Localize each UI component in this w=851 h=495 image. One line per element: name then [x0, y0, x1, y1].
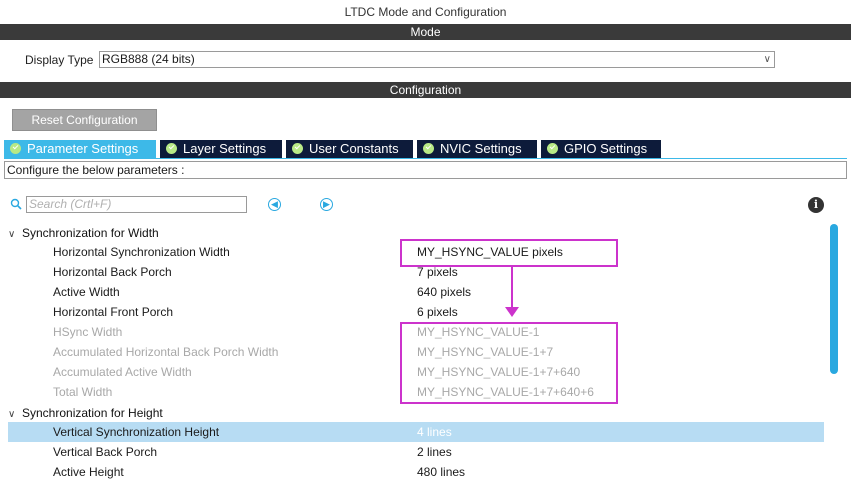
tab-layer-settings[interactable]: Layer Settings	[160, 140, 282, 158]
search-input[interactable]: Search (Crtl+F)	[26, 196, 247, 213]
param-name: HSync Width	[53, 325, 123, 339]
display-type-select[interactable]: RGB888 (24 bits) ∨	[99, 51, 775, 68]
configuration-header: Configuration	[0, 82, 851, 98]
param-name: Total Width	[53, 385, 113, 399]
check-circle-icon	[423, 143, 434, 154]
arrow-down-icon	[505, 307, 519, 317]
check-circle-icon	[547, 143, 558, 154]
chevron-down-icon: ∨	[8, 229, 16, 240]
param-row[interactable]: Active Height 480 lines	[8, 462, 824, 482]
display-type-value: RGB888 (24 bits)	[102, 52, 195, 66]
param-value[interactable]: 6 pixels	[417, 305, 458, 319]
search-icon[interactable]	[10, 198, 22, 210]
param-name: Horizontal Front Porch	[53, 305, 174, 319]
mode-header: Mode	[0, 24, 851, 40]
param-value[interactable]: 640 pixels	[417, 285, 471, 299]
vertical-scrollbar[interactable]	[830, 224, 838, 374]
chevron-down-icon: ∨	[8, 409, 16, 420]
param-row[interactable]: Vertical Back Porch 2 lines	[8, 442, 824, 462]
tab-underline	[4, 158, 847, 159]
check-circle-icon	[166, 143, 177, 154]
previous-match-button[interactable]: ◀	[268, 198, 281, 211]
group-synchronization-for-width[interactable]: ∨ Synchronization for Width	[8, 226, 159, 240]
annotation-highlight-box	[400, 239, 618, 267]
tab-bar: Parameter Settings Layer Settings User C…	[4, 140, 664, 158]
param-name: Vertical Back Porch	[53, 445, 158, 459]
display-type-label: Display Type	[25, 53, 94, 67]
param-name: Accumulated Active Width	[53, 365, 192, 379]
tab-parameter-settings[interactable]: Parameter Settings	[4, 140, 156, 158]
param-row[interactable]: Active Width 640 pixels	[8, 282, 824, 302]
window-title: LTDC Mode and Configuration	[344, 5, 507, 19]
configure-description: Configure the below parameters :	[4, 161, 847, 179]
param-value[interactable]: 4 lines	[417, 425, 452, 439]
param-name: Accumulated Horizontal Back Porch Width	[53, 345, 279, 359]
next-match-button[interactable]: ▶	[320, 198, 333, 211]
check-circle-icon	[10, 143, 21, 154]
param-name: Active Width	[53, 285, 120, 299]
info-icon[interactable]: i	[808, 197, 824, 213]
tab-nvic-settings[interactable]: NVIC Settings	[417, 140, 537, 158]
tab-user-constants[interactable]: User Constants	[286, 140, 413, 158]
param-value[interactable]: 480 lines	[417, 465, 465, 479]
reset-configuration-button[interactable]: Reset Configuration	[12, 109, 157, 131]
param-value[interactable]: 2 lines	[417, 445, 452, 459]
param-row[interactable]: Horizontal Front Porch 6 pixels	[8, 302, 824, 322]
annotation-highlight-box	[400, 322, 618, 404]
param-value[interactable]: 7 pixels	[417, 265, 458, 279]
param-row[interactable]: Vertical Synchronization Height 4 lines	[8, 422, 824, 442]
tab-gpio-settings[interactable]: GPIO Settings	[541, 140, 661, 158]
param-name: Horizontal Back Porch	[53, 265, 172, 279]
param-name: Active Height	[53, 465, 124, 479]
chevron-down-icon: ∨	[763, 54, 771, 65]
display-type-row: Display Type RGB888 (24 bits) ∨	[0, 48, 851, 72]
group-synchronization-for-height[interactable]: ∨ Synchronization for Height	[8, 406, 163, 420]
annotation-arrow	[511, 267, 513, 309]
check-circle-icon	[292, 143, 303, 154]
param-name: Vertical Synchronization Height	[53, 425, 220, 439]
param-name: Horizontal Synchronization Width	[53, 245, 230, 259]
